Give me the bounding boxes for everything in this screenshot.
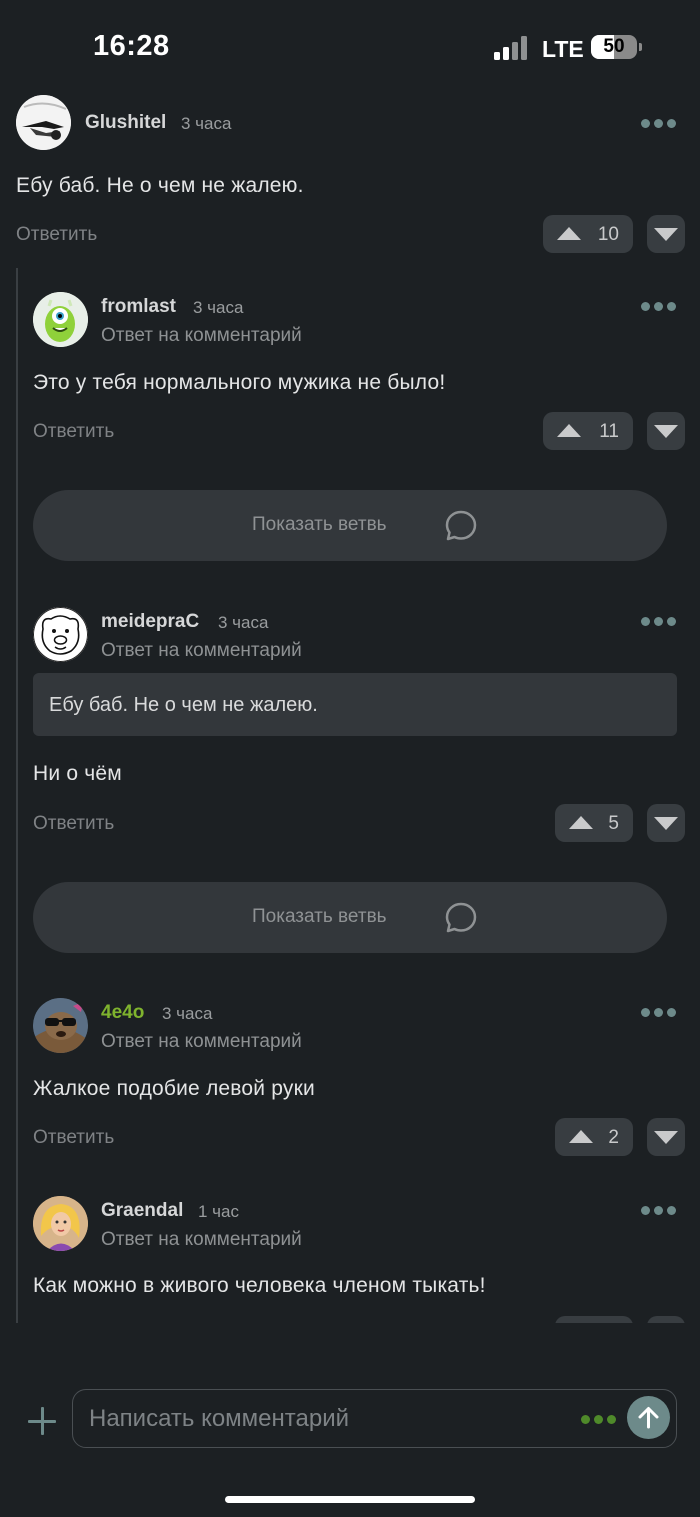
quoted-text: Ебу баб. Не о чем не жалею.: [49, 694, 318, 716]
downvote-icon: [654, 817, 678, 830]
downvote-button[interactable]: [647, 1316, 685, 1323]
avatar[interactable]: [16, 95, 71, 150]
comment-input-box[interactable]: [72, 1389, 677, 1448]
vote-count: 2: [608, 1127, 619, 1148]
upvote-button[interactable]: 5: [555, 804, 633, 842]
vote-count: 10: [597, 224, 619, 245]
avatar[interactable]: [33, 1196, 88, 1251]
upvote-button[interactable]: [555, 1316, 633, 1323]
status-time: 16:28: [93, 30, 170, 62]
comment-author[interactable]: Glushitel: [85, 112, 166, 134]
downvote-button[interactable]: [647, 215, 685, 253]
upvote-button[interactable]: 10: [543, 215, 633, 253]
send-arrow-icon: [638, 1407, 659, 1429]
reply-to-label[interactable]: Ответ на комментарий: [101, 1031, 302, 1053]
signal-icon: [494, 36, 530, 60]
comment-author[interactable]: Graendal: [101, 1200, 183, 1222]
vote-count: 11: [599, 421, 619, 442]
reply-button[interactable]: Ответить: [33, 1127, 114, 1149]
reply-to-label[interactable]: Ответ на комментарий: [101, 1229, 302, 1251]
comment-author[interactable]: meidepraC: [101, 611, 199, 633]
comment-author[interactable]: 4e4o: [101, 1002, 144, 1024]
chat-bubble-icon: [445, 902, 477, 933]
more-dots-icon[interactable]: [641, 1206, 677, 1216]
more-dots-icon[interactable]: [641, 302, 677, 312]
more-dots-icon[interactable]: [641, 1008, 677, 1018]
comment-text: Как можно в живого человека членом тыкат…: [33, 1274, 486, 1297]
avatar[interactable]: [33, 607, 88, 662]
downvote-icon: [654, 228, 678, 241]
upvote-button[interactable]: 11: [543, 412, 633, 450]
reply-button[interactable]: Ответить: [33, 813, 114, 835]
battery-icon: 50: [591, 35, 637, 59]
more-dots-icon[interactable]: [641, 617, 677, 627]
avatar[interactable]: [33, 998, 88, 1053]
vote-count: 5: [608, 813, 619, 834]
avatar[interactable]: [33, 292, 88, 347]
comment-text: Ебу баб. Не о чем не жалею.: [16, 174, 304, 197]
downvote-icon: [654, 425, 678, 438]
thread-line: [16, 268, 18, 1323]
reply-button[interactable]: Ответить: [16, 224, 97, 246]
comment-time: 3 часа: [193, 298, 244, 317]
reply-to-label[interactable]: Ответ на комментарий: [101, 325, 302, 347]
downvote-icon: [654, 1131, 678, 1144]
network-label: LTE: [542, 36, 584, 62]
comment-author[interactable]: fromlast: [101, 296, 176, 318]
chat-bubble-icon: [445, 510, 477, 541]
show-branch-button[interactable]: Показать ветвь: [33, 882, 667, 953]
more-dots-icon[interactable]: [641, 119, 677, 129]
clipped-vote-row: [0, 1316, 700, 1323]
comment-text: Это у тебя нормального мужика не было!: [33, 371, 446, 394]
upvote-button[interactable]: 2: [555, 1118, 633, 1156]
more-dots-icon[interactable]: [581, 1415, 617, 1425]
battery-percent: 50: [603, 36, 625, 57]
comment-time: 3 часа: [162, 1004, 213, 1023]
home-indicator: [225, 1496, 475, 1503]
status-bar: 16:28 LTE 50: [0, 0, 700, 90]
comment-text: Жалкое подобие левой руки: [33, 1077, 315, 1100]
comment-composer: [0, 1380, 700, 1470]
comment-input[interactable]: [89, 1401, 569, 1437]
downvote-button[interactable]: [647, 1118, 685, 1156]
reply-to-label[interactable]: Ответ на комментарий: [101, 640, 302, 662]
upvote-icon: [557, 227, 581, 240]
show-branch-label: Показать ветвь: [252, 906, 387, 927]
show-branch-label: Показать ветвь: [252, 514, 387, 535]
upvote-icon: [569, 816, 593, 829]
comment-time: 1 час: [198, 1202, 239, 1221]
send-button[interactable]: [627, 1396, 670, 1439]
downvote-button[interactable]: [647, 412, 685, 450]
comment-time: 3 часа: [218, 613, 269, 632]
reply-button[interactable]: Ответить: [33, 421, 114, 443]
plus-icon[interactable]: [28, 1407, 56, 1435]
quoted-comment[interactable]: Ебу баб. Не о чем не жалею.: [33, 673, 677, 736]
show-branch-button[interactable]: Показать ветвь: [33, 490, 667, 561]
battery-tip: [639, 43, 642, 51]
upvote-icon: [557, 424, 581, 437]
downvote-button[interactable]: [647, 804, 685, 842]
upvote-icon: [569, 1130, 593, 1143]
comment-text: Ни о чём: [33, 762, 122, 785]
comment-time: 3 часа: [181, 114, 232, 133]
